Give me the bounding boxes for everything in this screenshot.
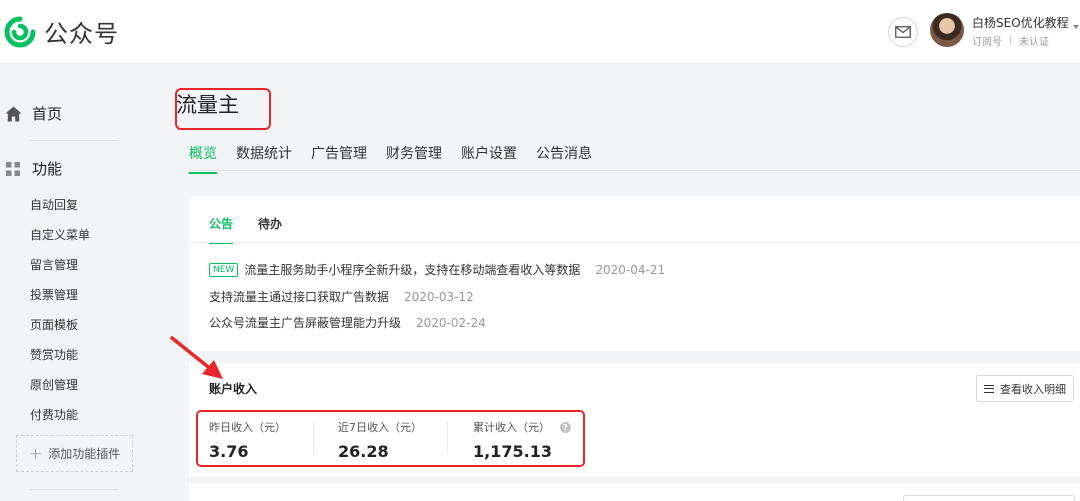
- sidebar-section-features[interactable]: 功能: [4, 158, 62, 179]
- account-meta: 订阅号 未认证: [972, 33, 1049, 48]
- account-name[interactable]: 白杨SEO优化教程: [972, 14, 1069, 31]
- sidebar-item-original[interactable]: 原创管理: [30, 376, 78, 393]
- annotation-arrow-icon: [170, 336, 223, 379]
- notice-text: 流量主服务助手小程序全新升级，支持在移动端查看收入等数据: [244, 263, 581, 277]
- sidebar-item-paid[interactable]: 付费功能: [30, 406, 78, 423]
- sidebar-item-comments[interactable]: 留言管理: [30, 256, 78, 273]
- app-name: 公众号: [44, 20, 119, 48]
- next-card: [189, 483, 1080, 501]
- verification-status: 未认证: [1019, 37, 1049, 48]
- account-dropdown-caret-icon[interactable]: [1073, 25, 1079, 29]
- sidebar-divider: [30, 140, 118, 141]
- account-type: 订阅号: [972, 37, 1002, 48]
- message-button[interactable]: [888, 17, 918, 47]
- grid-icon: [4, 160, 22, 178]
- wechat-mp-logo-icon: [4, 16, 36, 47]
- next-card-button[interactable]: [903, 495, 1075, 501]
- sidebar-item-rewards[interactable]: 赞赏功能: [30, 346, 78, 363]
- avatar[interactable]: [930, 13, 964, 47]
- list-icon: [984, 384, 994, 393]
- notice-divider: [189, 242, 1080, 243]
- sidebar-divider: [30, 489, 118, 490]
- sidebar-item-votes[interactable]: 投票管理: [30, 286, 78, 303]
- notice-card: 公告 待办 NEW 流量主服务助手小程序全新升级，支持在移动端查看收入等数据 2…: [189, 197, 1080, 351]
- new-badge: NEW: [209, 262, 239, 277]
- tab-todo[interactable]: 待办: [258, 215, 282, 244]
- top-bar: 公众号 白杨SEO优化教程 订阅号 未认证: [0, 0, 1080, 64]
- sidebar-home-label: 首页: [32, 105, 63, 123]
- meta-divider: [1010, 36, 1011, 46]
- add-plugin-label: 添加功能插件: [48, 447, 121, 461]
- sidebar-item-home[interactable]: 首页: [4, 103, 62, 124]
- notice-tabs: 公告 待办: [209, 215, 307, 244]
- add-plugin-button[interactable]: + 添加功能插件: [16, 435, 133, 472]
- notice-item[interactable]: 支持流量主通过接口获取广告数据 2020-03-12: [209, 288, 474, 305]
- detail-button-label: 查看收入明细: [1000, 382, 1066, 396]
- sidebar: 首页 功能 自动回复 自定义菜单 留言管理 投票管理 页面模板 赞赏功能 原创管…: [0, 65, 150, 501]
- notice-item[interactable]: NEW 流量主服务助手小程序全新升级，支持在移动端查看收入等数据 2020-04…: [209, 261, 665, 278]
- notice-date: 2020-03-12: [404, 289, 474, 304]
- annotation-box-stats: [196, 410, 585, 467]
- tab-notices[interactable]: 公告: [209, 215, 234, 244]
- notice-text: 公众号流量主广告屏蔽管理能力升级: [209, 316, 402, 330]
- sidebar-item-page-templates[interactable]: 页面模板: [30, 316, 78, 333]
- notice-text: 支持流量主通过接口获取广告数据: [209, 290, 390, 304]
- notice-date: 2020-02-24: [416, 315, 486, 330]
- sidebar-item-auto-reply[interactable]: 自动回复: [30, 196, 78, 213]
- view-income-detail-button[interactable]: 查看收入明细: [976, 375, 1074, 402]
- sidebar-item-custom-menu[interactable]: 自定义菜单: [30, 226, 90, 243]
- home-icon: [4, 105, 22, 123]
- sidebar-features-label: 功能: [32, 160, 63, 178]
- plus-icon: +: [28, 444, 43, 463]
- tabs-divider: [189, 170, 1080, 171]
- app-logo[interactable]: 公众号: [4, 14, 119, 49]
- notice-date: 2020-04-21: [595, 262, 666, 277]
- notice-item[interactable]: 公众号流量主广告屏蔽管理能力升级 2020-02-24: [209, 314, 486, 331]
- mail-icon: [895, 26, 911, 38]
- annotation-box-title: [175, 88, 271, 130]
